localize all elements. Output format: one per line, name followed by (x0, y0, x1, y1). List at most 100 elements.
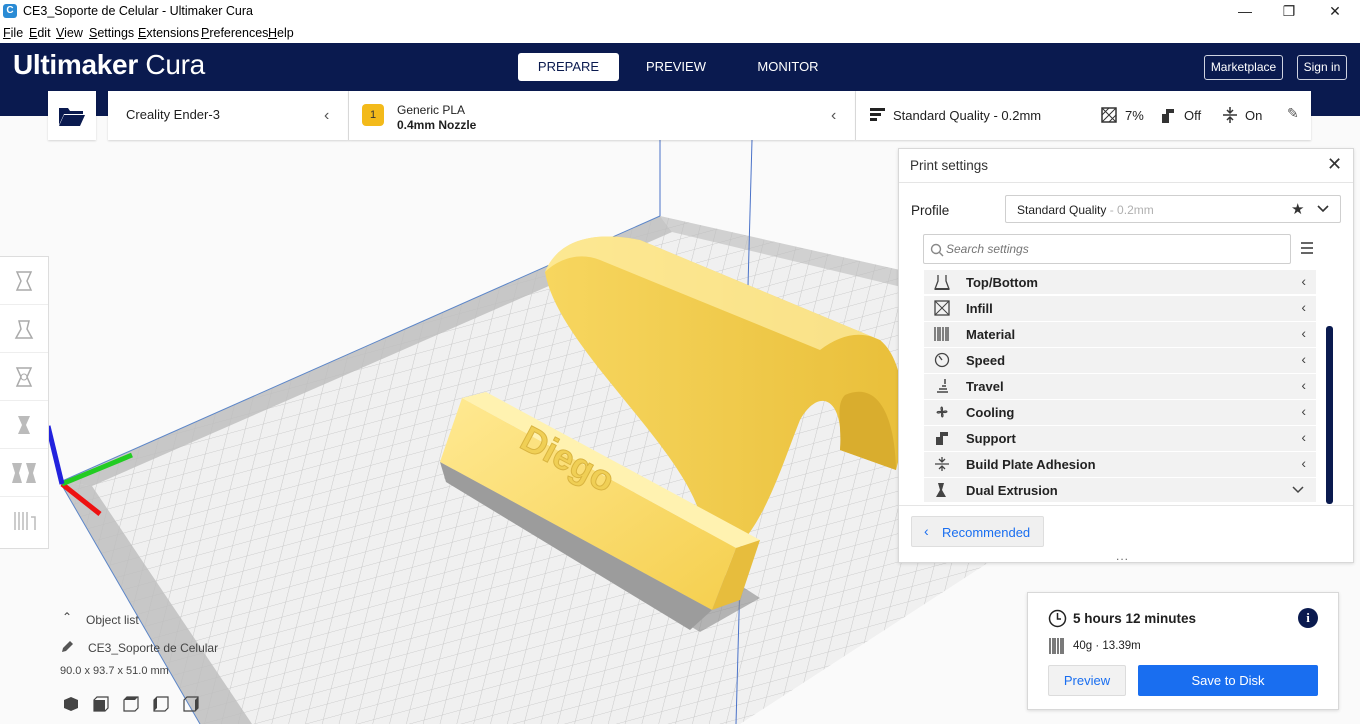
per-model-settings-button[interactable] (0, 449, 48, 497)
recommended-button[interactable]: ‹ Recommended (911, 516, 1044, 547)
menu-extensions[interactable]: Extensions (138, 26, 199, 40)
category-cooling[interactable]: Cooling ‹ (924, 400, 1316, 425)
preview-button[interactable]: Preview (1048, 665, 1126, 696)
right-view-icon[interactable] (182, 695, 200, 713)
menu-help[interactable]: Help (268, 26, 294, 40)
category-material[interactable]: Material ‹ (924, 322, 1316, 347)
info-icon[interactable]: i (1298, 608, 1318, 628)
open-file-button[interactable] (48, 91, 96, 140)
divider (899, 505, 1353, 506)
close-icon[interactable]: ✕ (1327, 154, 1342, 175)
move-icon (15, 271, 33, 291)
divider (899, 182, 1353, 183)
left-view-icon[interactable] (152, 695, 170, 713)
material-name: Generic PLA (397, 103, 466, 117)
category-build-plate-adhesion[interactable]: Build Plate Adhesion ‹ (924, 452, 1316, 477)
printer-name: Creality Ender-3 (126, 107, 220, 122)
object-name: CE3_Soporte de Celular (88, 641, 219, 655)
chevron-left-icon: ‹ (924, 523, 929, 539)
object-list-header[interactable]: Object list (86, 613, 139, 627)
panel-resize-handle[interactable]: ... (1116, 549, 1129, 563)
cura-app-icon: C (3, 4, 17, 18)
search-input[interactable] (946, 241, 1276, 257)
chevron-left-icon: ‹ (1301, 351, 1306, 367)
tab-monitor[interactable]: MONITOR (740, 53, 836, 81)
extruder-badge-icon: 1 (362, 104, 384, 126)
chevron-left-icon: ‹ (1301, 403, 1306, 419)
menu-view[interactable]: View (56, 26, 83, 40)
settings-menu-icon[interactable] (1300, 242, 1314, 254)
minimize-button[interactable]: — (1222, 0, 1268, 23)
category-infill[interactable]: Infill ‹ (924, 296, 1316, 321)
move-tool-button[interactable] (0, 257, 48, 305)
print-setup-selector[interactable]: Standard Quality - 0.2mm 7% Off On ✎ (856, 91, 1311, 140)
per-model-settings-icon (12, 463, 36, 483)
support-icon (1162, 109, 1174, 123)
category-travel[interactable]: Travel ‹ (924, 374, 1316, 399)
marketplace-button[interactable]: Marketplace (1204, 55, 1283, 80)
cooling-icon (936, 406, 948, 418)
top-view-icon[interactable] (122, 695, 140, 713)
print-settings-panel: Print settings ✕ Profile Standard Qualit… (898, 148, 1354, 563)
save-to-disk-button[interactable]: Save to Disk (1138, 665, 1318, 696)
category-support[interactable]: Support ‹ (924, 426, 1316, 451)
folder-icon (59, 108, 85, 126)
profile-name: Standard Quality (1017, 203, 1107, 217)
menu-settings[interactable]: Settings (89, 26, 134, 40)
chevron-left-icon: ‹ (324, 107, 330, 124)
support-value: Off (1184, 108, 1202, 123)
tab-prepare[interactable]: PREPARE (518, 53, 619, 81)
rotate-icon (15, 367, 33, 387)
settings-scrollbar[interactable] (1326, 326, 1333, 504)
view-orientation-bar (62, 695, 212, 715)
adhesion-icon (935, 457, 949, 471)
scale-tool-button[interactable] (0, 305, 48, 353)
category-dual-extrusion[interactable]: Dual Extrusion (924, 478, 1316, 502)
3d-view-icon[interactable] (62, 695, 80, 713)
scale-icon (14, 320, 34, 339)
chevron-left-icon: ‹ (1301, 325, 1306, 341)
search-settings-box[interactable] (923, 234, 1291, 264)
printer-selector[interactable]: Creality Ender-3 ‹ (108, 91, 349, 140)
support-blocker-button[interactable] (0, 497, 48, 545)
chevron-down-icon (1317, 205, 1329, 213)
top-bottom-icon (934, 275, 950, 290)
mirror-icon (18, 416, 30, 434)
menu-edit[interactable]: Edit (29, 26, 51, 40)
close-window-button[interactable]: ✕ (1312, 0, 1358, 23)
nozzle-size: 0.4mm Nozzle (397, 118, 477, 132)
maximize-button[interactable]: ❐ (1266, 0, 1312, 23)
profile-dropdown[interactable]: Standard Quality - 0.2mm ★ (1005, 195, 1341, 223)
adhesion-value: On (1245, 108, 1263, 123)
edit-pencil-icon[interactable]: ✎ (1287, 105, 1299, 122)
mirror-tool-button[interactable] (0, 401, 48, 449)
front-view-icon[interactable] (92, 695, 110, 713)
rotate-tool-button[interactable] (0, 353, 48, 401)
chevron-left-icon: ‹ (1301, 429, 1306, 445)
sign-in-button[interactable]: Sign in (1297, 55, 1347, 80)
window-title: CE3_Soporte de Celular - Ultimaker Cura (23, 4, 253, 18)
chevron-left-icon: ‹ (1301, 455, 1306, 471)
infill-icon (1101, 107, 1117, 123)
menu-file[interactable]: File (3, 26, 23, 40)
menu-preferences[interactable]: Preferences (201, 26, 268, 40)
material-icon (934, 327, 949, 341)
material-spool-icon (1049, 638, 1064, 654)
material-usage: 40g · 13.39m (1073, 640, 1141, 652)
ultimaker-cura-logo: Ultimaker Cura (13, 49, 205, 80)
chevron-up-icon[interactable]: ⌃ (62, 610, 72, 624)
print-job-panel: 5 hours 12 minutes i 40g · 13.39m Previe… (1027, 592, 1339, 710)
category-top-bottom[interactable]: Top/Bottom ‹ (924, 270, 1316, 294)
chevron-left-icon: ‹ (1301, 273, 1306, 289)
infill-icon (934, 300, 950, 316)
object-dimensions: 90.0 x 93.7 x 51.0 mm (60, 665, 169, 677)
quality-profile: Standard Quality - 0.2mm (893, 108, 1042, 123)
chevron-left-icon: ‹ (831, 107, 837, 124)
clock-icon (1048, 609, 1067, 628)
category-speed[interactable]: Speed ‹ (924, 348, 1316, 373)
chevron-left-icon: ‹ (1301, 377, 1306, 393)
star-icon[interactable]: ★ (1291, 200, 1304, 218)
tab-preview[interactable]: PREVIEW (630, 53, 722, 81)
pencil-icon[interactable] (60, 640, 74, 654)
material-selector[interactable]: 1 Generic PLA 0.4mm Nozzle ‹ (349, 91, 856, 140)
